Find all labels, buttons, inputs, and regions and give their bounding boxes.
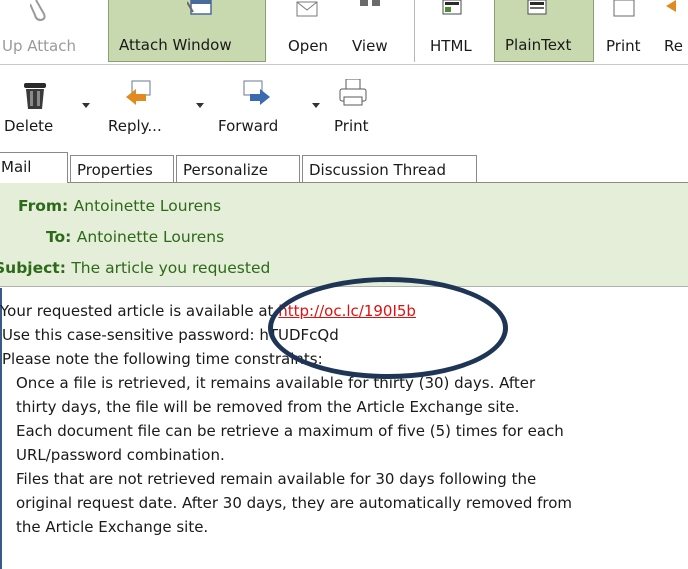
- delete-label: Delete: [4, 117, 54, 135]
- html-label: HTML: [430, 37, 472, 55]
- from-label: From:: [18, 197, 74, 215]
- body-line-6: Each document file can be retrieve a max…: [16, 422, 564, 440]
- html-button[interactable]: HTML: [420, 0, 492, 62]
- view-icon: [360, 0, 380, 6]
- print-label: Print: [334, 117, 369, 135]
- reply-label: Reply...: [108, 117, 162, 135]
- attach-window-icon: [187, 0, 212, 15]
- message-body: Your requested article is available at h…: [0, 288, 688, 569]
- html-icon: [442, 0, 462, 15]
- print-icon: [613, 0, 635, 17]
- top-toolbar: Up Attach Attach Window Open View HTML P…: [0, 0, 688, 65]
- body-line-4: Once a file is retrieved, it remains ava…: [16, 374, 536, 392]
- paperclip-icon: [30, 0, 46, 22]
- forward-button[interactable]: Forward: [212, 65, 300, 145]
- plaintext-icon: [527, 0, 547, 15]
- view-button[interactable]: View: [344, 0, 400, 62]
- tab-discussion-thread[interactable]: Discussion Thread: [302, 155, 477, 182]
- plaintext-button[interactable]: PlainText: [494, 0, 594, 62]
- body-line-7: URL/password combination.: [16, 446, 225, 464]
- open-label: Open: [288, 37, 329, 55]
- reply-button[interactable]: Reply...: [100, 65, 186, 145]
- subject-value: The article you requested: [71, 259, 271, 277]
- up-attach-button[interactable]: Up Attach: [0, 0, 100, 62]
- toolbar-separator: [414, 0, 415, 62]
- reply-top-button[interactable]: Re: [658, 0, 688, 62]
- to-value: Antoinette Lourens: [76, 228, 225, 246]
- reply-icon: [126, 80, 151, 105]
- subject-row: Subject: The article you requested: [0, 259, 270, 277]
- to-label: To:: [46, 228, 77, 246]
- reply-icon: [666, 0, 676, 12]
- reply-top-label: Re: [664, 37, 683, 55]
- print-top-label: Print: [606, 37, 641, 55]
- trash-icon: [24, 83, 46, 109]
- forward-dropdown-arrow[interactable]: [312, 103, 320, 108]
- message-header: From: Antoinette Lourens To: Antoinette …: [0, 182, 688, 287]
- plaintext-label: PlainText: [505, 36, 572, 54]
- article-available-text: Your requested article is available at: [0, 302, 279, 320]
- forward-label: Forward: [218, 117, 279, 135]
- up-attach-label: Up Attach: [2, 37, 76, 55]
- body-line-8: Files that are not retrieved remain avai…: [16, 470, 537, 488]
- tab-personalize[interactable]: Personalize: [176, 155, 300, 182]
- reply-dropdown-arrow[interactable]: [196, 103, 204, 108]
- print-top-button[interactable]: Print: [600, 0, 652, 62]
- body-line-10: the Article Exchange site.: [16, 518, 209, 536]
- forward-icon: [243, 80, 270, 105]
- attach-window-label: Attach Window: [119, 36, 232, 54]
- action-toolbar: Delete Reply... Forward Print: [0, 65, 688, 147]
- from-value: Antoinette Lourens: [73, 197, 222, 215]
- view-label: View: [352, 37, 388, 55]
- from-row: From: Antoinette Lourens: [18, 197, 221, 215]
- tab-bar: Mail Properties Personalize Discussion T…: [0, 152, 688, 183]
- to-row: To: Antoinette Lourens: [46, 228, 224, 246]
- password-line: Use this case-sensitive password: hTUDFc…: [2, 326, 339, 344]
- body-line-9: original request date. After 30 days, th…: [16, 494, 573, 512]
- tab-properties[interactable]: Properties: [70, 155, 174, 182]
- delete-button[interactable]: Delete: [0, 65, 72, 145]
- tab-mail[interactable]: Mail: [0, 152, 68, 183]
- envelope-icon: [296, 1, 318, 17]
- article-link[interactable]: http://oc.lc/190I5b: [278, 302, 416, 320]
- body-line-1: Your requested article is available at h…: [0, 302, 416, 320]
- print-button[interactable]: Print: [326, 65, 386, 145]
- constraints-line: Please note the following time constrain…: [2, 350, 323, 368]
- subject-label: Subject:: [0, 259, 72, 277]
- open-button[interactable]: Open: [280, 0, 340, 62]
- delete-dropdown-arrow[interactable]: [82, 103, 90, 108]
- printer-icon: [339, 79, 367, 106]
- attach-window-button[interactable]: Attach Window: [108, 0, 266, 62]
- body-line-5: thirty days, the file will be removed fr…: [16, 398, 520, 416]
